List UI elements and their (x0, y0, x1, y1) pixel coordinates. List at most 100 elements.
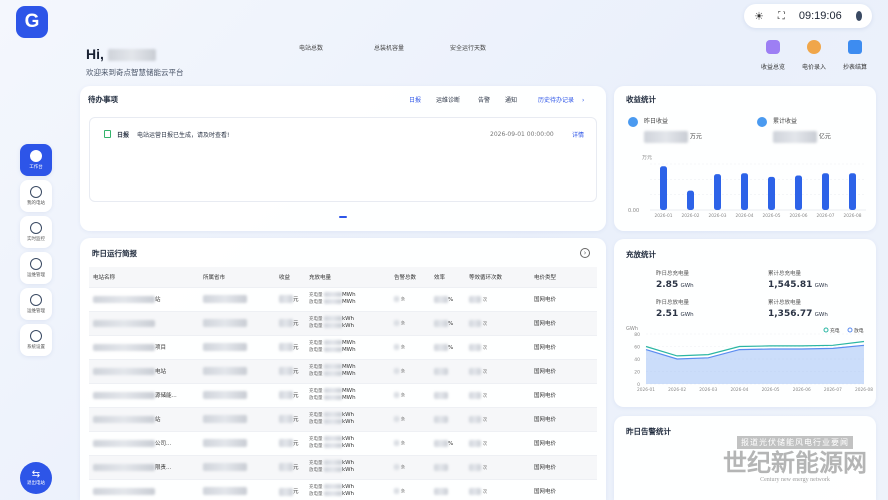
discharge-label: 放电量 (309, 492, 323, 498)
charge-x-tick: 2026-06 (793, 387, 811, 393)
efficiency-redacted (434, 439, 448, 447)
income-x-tick: 2026-03 (709, 213, 727, 219)
sidebar-item-settings[interactable]: 系统设置 (20, 324, 52, 356)
table-row[interactable]: 站 元 充电量 kWh 放电量 kWh 条 次 国网电价 (89, 406, 597, 431)
discharge-redacted (323, 395, 342, 400)
quick-action-meter[interactable]: 抄表结算 (838, 40, 872, 71)
exit-station-button[interactable]: ⇆ 退出电站 (20, 462, 52, 494)
discharge-unit: MWh (341, 371, 356, 377)
user-avatar-icon[interactable] (855, 11, 862, 21)
total-charge: 累计总充电量 1,545.81 GWh (768, 269, 828, 290)
income-bar (660, 166, 667, 210)
income-redacted (279, 391, 293, 400)
cell-station[interactable] (89, 310, 199, 335)
cell-province (199, 382, 275, 407)
tab-daily[interactable]: 日报 (409, 95, 421, 104)
discharge-redacted (323, 419, 342, 424)
todo-item[interactable]: 日报 电站运营日报已生成，请及时查看! 2026-09-01 00:00:00 … (104, 128, 584, 140)
yesterday-charge-unit: GWh (680, 283, 694, 289)
cell-efficiency: % (430, 430, 465, 455)
tab-diagnosis[interactable]: 运维诊断 (436, 95, 460, 104)
cell-station[interactable]: 公司... (89, 430, 199, 455)
cell-station[interactable]: 项目 (89, 334, 199, 359)
money-stack-icon (757, 116, 767, 127)
cell-alarms: 条 (390, 286, 430, 311)
discharge-unit: kWh (341, 443, 355, 449)
chevron-right-circle-icon[interactable]: › (580, 248, 590, 258)
table-row[interactable]: 元 充电量 kWh 放电量 kWh 条% 次 国网电价 (89, 310, 597, 335)
app-logo[interactable]: G (16, 6, 48, 38)
cell-station[interactable]: 限责... (89, 454, 199, 479)
col-efficiency: 效率 (434, 274, 446, 281)
table-row[interactable]: 站 元 充电量 MWh 放电量 MWh 条% 次 国网电价 (89, 286, 597, 311)
station-name-suffix: 公司... (155, 441, 172, 447)
charge-card: 充放统计 昨日总充电量 2.85 GWh 累计总充电量 1,545.81 GWh… (614, 239, 876, 407)
yesterday-income-unit: 万元 (689, 133, 702, 140)
cell-efficiency (430, 454, 465, 479)
table-row[interactable]: 限责... 元 充电量 kWh 放电量 kWh 条 次 国网电价 (89, 454, 597, 479)
table-row[interactable]: 电站 元 充电量 MWh 放电量 MWh 条 次 国网电价 (89, 358, 597, 383)
sidebar-item-ops[interactable]: 运维管理 (20, 252, 52, 284)
charge-label: 充电量 (309, 341, 323, 346)
report-table-body: 站元充电量 MWh 放电量 MWh 条% 次国网电价元充电量 kWh 放电量 kWh… (89, 286, 597, 500)
cell-station[interactable]: 站 (89, 406, 199, 431)
quick-action-income[interactable]: 收益总览 (758, 40, 788, 71)
charge-y-tick: 40 (634, 357, 640, 363)
sidebar-item-workbench[interactable]: 工作台 (20, 144, 52, 176)
fullscreen-icon[interactable]: ⛶ (778, 11, 785, 22)
efficiency-redacted (434, 319, 448, 327)
yesterday-discharge-unit: GWh (680, 312, 694, 318)
charge-redacted (323, 340, 342, 345)
col-station: 电站名称 (93, 274, 116, 281)
province-redacted (203, 343, 247, 351)
tab-notice[interactable]: 通知 (505, 95, 517, 104)
history-link[interactable]: 历史待办记录 › (538, 95, 584, 104)
income-bar (849, 173, 856, 210)
cycles-redacted (469, 439, 481, 447)
cell-station[interactable] (89, 478, 199, 500)
coin-icon (807, 40, 821, 54)
cell-station[interactable]: 电站 (89, 358, 199, 383)
sidebar-item-ops-2[interactable]: 运维管理 (20, 288, 52, 320)
charge-area (646, 345, 864, 384)
top-toolbar: ☀ ⛶ 09:19:06 (744, 4, 872, 28)
sidebar-item-monitor[interactable]: 实时监控 (20, 216, 52, 248)
watermark: 报道光伏储能风电行业要闻 世纪新能源网 Century new energy n… (706, 436, 884, 498)
quick-action-price[interactable]: 电价录入 (799, 40, 829, 71)
charge-unit: kWh (341, 484, 355, 491)
todo-item-detail-link[interactable]: 详情 (572, 130, 584, 139)
province-redacted (203, 319, 247, 327)
sidebar-item-my-station[interactable]: 我的电站 (20, 180, 52, 212)
meter-icon (848, 40, 862, 54)
province-redacted (203, 295, 247, 303)
cell-efficiency (430, 406, 465, 431)
discharge-unit: kWh (341, 419, 355, 425)
header-stat-stations: 电站总数 (299, 45, 324, 52)
table-row[interactable]: 源储能... 元 充电量 MWh 放电量 MWh 条 次 国网电价 (89, 382, 597, 407)
income-redacted (279, 487, 293, 496)
cell-energy: 充电量 kWh 放电量 kWh (305, 454, 390, 479)
income-unit: 元 (293, 392, 299, 399)
station-name-suffix: 站 (155, 417, 161, 423)
welcome-text: 欢迎来到奇点智慧储能云平台 (86, 68, 184, 77)
charge-y-tick: 60 (634, 344, 640, 350)
alarm-title: 昨日告警统计 (626, 427, 671, 436)
table-row[interactable]: 公司... 元 充电量 kWh 放电量 kWh 条% 次 国网电价 (89, 430, 597, 455)
cell-station[interactable]: 站 (89, 286, 199, 311)
cycles-redacted (469, 391, 481, 399)
table-row[interactable]: 项目 元 充电量 MWh 放电量 MWh 条% 次 国网电价 (89, 334, 597, 359)
cycles-unit: 次 (482, 465, 488, 471)
table-row[interactable]: 元 充电量 kWh 放电量 kWh 条 次 国网电价 (89, 478, 597, 500)
alarm-redacted (394, 367, 399, 374)
discharge-label: 放电量 (309, 444, 323, 449)
charge-label: 充电量 (309, 437, 323, 442)
sun-icon[interactable]: ☀ (754, 10, 764, 23)
station-name-redacted (93, 487, 155, 495)
charge-x-tick: 2026-07 (824, 387, 842, 393)
discharge-redacted (323, 491, 342, 497)
pager-indicator[interactable] (339, 216, 347, 218)
cell-income: 元 (275, 334, 305, 359)
income-bar (714, 174, 721, 210)
tab-alarm[interactable]: 告警 (478, 95, 490, 104)
cell-station[interactable]: 源储能... (89, 382, 199, 407)
